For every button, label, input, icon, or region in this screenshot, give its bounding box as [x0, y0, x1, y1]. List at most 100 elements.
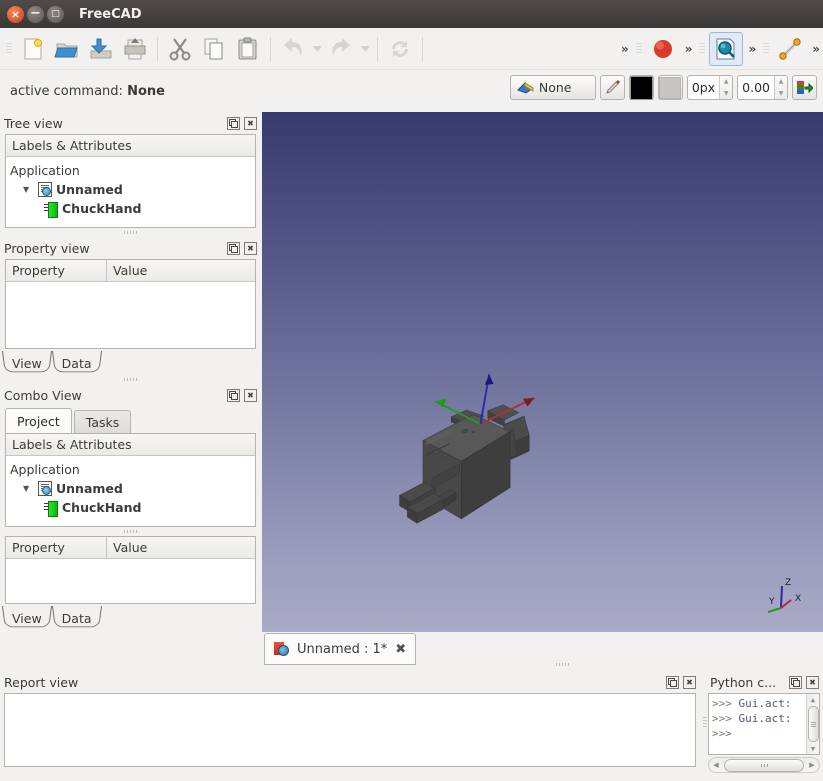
- tree-row-document[interactable]: ▼ Unnamed: [10, 479, 255, 498]
- line-width-spinbox[interactable]: 0px ▲ ▼: [686, 75, 734, 100]
- float-icon: [229, 118, 238, 128]
- window-maximize-button[interactable]: □: [47, 5, 64, 23]
- undo-dropdown-arrow[interactable]: [310, 32, 324, 66]
- tree-part-label: ChuckHand: [62, 201, 142, 216]
- toolbar-overflow-3[interactable]: »: [743, 42, 759, 56]
- report-view-close-button[interactable]: ✖: [683, 675, 696, 689]
- report-view-float-button[interactable]: [666, 675, 679, 689]
- 3d-model-chuckhand[interactable]: [397, 337, 597, 537]
- opacity-spinbox[interactable]: 0.00 ▲ ▼: [737, 75, 788, 100]
- toolbar-grip-4[interactable]: [762, 37, 771, 60]
- opacity-steppers[interactable]: ▲ ▼: [774, 76, 787, 99]
- toolbar-grip-3[interactable]: [698, 37, 707, 60]
- combo-tab-view[interactable]: View: [2, 606, 52, 630]
- close-icon: ✖: [247, 118, 254, 128]
- copy-button[interactable]: [197, 32, 231, 66]
- navigation-axis-cross[interactable]: Z X Y: [765, 574, 809, 618]
- window-minimize-button[interactable]: −: [27, 5, 44, 23]
- draft-style-controls: None 0px ▲ ▼ 0.00 ▲ ▼: [509, 75, 817, 100]
- scroll-left-arrow-icon[interactable]: ◀: [709, 761, 723, 769]
- cut-button[interactable]: [163, 32, 197, 66]
- tree-view-close-button[interactable]: ✖: [244, 116, 257, 130]
- python-console-body[interactable]: >>> Gui.act: >>> Gui.act: >>> ▲ ▼: [708, 693, 820, 755]
- tab-tasks[interactable]: Tasks: [73, 410, 132, 433]
- tree-view-titlebar: Tree view ✖: [0, 112, 261, 134]
- property-view-float-button[interactable]: [227, 241, 240, 255]
- toolbar-overflow-1[interactable]: »: [616, 42, 632, 56]
- toolbar-separator: [270, 36, 271, 61]
- toolbar-grip-2[interactable]: [634, 37, 643, 60]
- combo-tab-data[interactable]: Data: [51, 606, 102, 630]
- tree-row-part[interactable]: ChuckHand: [10, 498, 255, 517]
- view-bottom-splitter[interactable]: [553, 660, 573, 669]
- stepper-down-icon[interactable]: ▼: [720, 88, 732, 100]
- tree-view-float-button[interactable]: [227, 116, 240, 130]
- console-line: >>> Gui.act:: [712, 711, 819, 726]
- tree-row-document[interactable]: ▼ Unnamed: [10, 180, 255, 199]
- python-console-float-button[interactable]: [789, 675, 802, 689]
- tree-property-splitter[interactable]: [0, 228, 261, 237]
- document-tab-close-button[interactable]: ✖: [395, 642, 406, 657]
- apply-style-button[interactable]: [792, 75, 817, 100]
- property-combo-splitter[interactable]: [0, 375, 261, 384]
- combo-view-float-button[interactable]: [227, 388, 240, 402]
- expand-triangle-icon[interactable]: ▼: [23, 185, 34, 194]
- document-tab[interactable]: Unnamed : 1* ✖: [264, 633, 417, 665]
- main-toolbar: » » » »: [0, 28, 823, 70]
- report-view-body[interactable]: [4, 693, 696, 767]
- save-document-button[interactable]: [84, 32, 118, 66]
- stepper-up-icon[interactable]: ▲: [720, 76, 732, 88]
- toolbar-grip[interactable]: [5, 37, 13, 60]
- paste-button[interactable]: [231, 32, 265, 66]
- line-color-button[interactable]: [628, 75, 654, 100]
- refresh-button[interactable]: [383, 32, 417, 66]
- redo-dropdown-arrow[interactable]: [358, 32, 372, 66]
- face-color-button[interactable]: [657, 75, 683, 100]
- toolbar-overflow-4[interactable]: »: [807, 42, 823, 56]
- tab-view[interactable]: View: [2, 351, 52, 375]
- redo-button[interactable]: [324, 32, 358, 66]
- sphere-icon: [653, 39, 672, 58]
- combo-view-close-button[interactable]: ✖: [244, 388, 257, 402]
- combo-tree-header: Labels & Attributes: [6, 434, 255, 456]
- scroll-up-arrow-icon[interactable]: ▲: [808, 694, 819, 705]
- stepper-down-icon[interactable]: ▼: [775, 88, 787, 100]
- stepper-up-icon[interactable]: ▲: [775, 76, 787, 88]
- close-icon: ×: [10, 7, 21, 21]
- close-icon: ✖: [809, 677, 816, 687]
- scroll-thumb[interactable]: [724, 758, 804, 772]
- toolbar-overflow-2[interactable]: »: [680, 42, 696, 56]
- draft-style-button[interactable]: None: [509, 75, 596, 100]
- close-icon: ✖: [247, 243, 254, 253]
- secondary-toolbar: active command: None None 0px ▲ ▼ 0.00 ▲…: [0, 70, 823, 112]
- python-console-vertical-scrollbar[interactable]: ▲ ▼: [806, 694, 819, 754]
- tree-row-application[interactable]: Application: [10, 161, 255, 180]
- console-text: Gui.act:: [738, 712, 792, 725]
- line-width-steppers[interactable]: ▲ ▼: [719, 76, 733, 100]
- close-icon: ✖: [247, 390, 254, 400]
- pen-button[interactable]: [599, 75, 625, 100]
- sphere-button[interactable]: [646, 32, 680, 66]
- scroll-thumb[interactable]: [807, 706, 819, 742]
- python-console-horizontal-scrollbar[interactable]: ◀ ▶: [708, 757, 820, 773]
- print-button[interactable]: [118, 32, 152, 66]
- undo-button[interactable]: [276, 32, 310, 66]
- window-close-button[interactable]: ×: [7, 5, 24, 23]
- combo-part-label: ChuckHand: [62, 500, 142, 515]
- property-view-close-button[interactable]: ✖: [244, 241, 257, 255]
- tree-row-part[interactable]: ChuckHand: [10, 199, 255, 218]
- tab-project[interactable]: Project: [5, 408, 72, 433]
- part-icon: [44, 201, 58, 218]
- scroll-right-arrow-icon[interactable]: ▶: [805, 761, 819, 769]
- scroll-down-arrow-icon[interactable]: ▼: [808, 743, 819, 754]
- line-button[interactable]: [773, 32, 807, 66]
- open-document-button[interactable]: [50, 32, 84, 66]
- combo-inner-splitter[interactable]: [0, 527, 261, 536]
- python-console-close-button[interactable]: ✖: [806, 675, 819, 689]
- expand-triangle-icon[interactable]: ▼: [23, 484, 34, 493]
- new-document-button[interactable]: [16, 32, 50, 66]
- 3d-viewport[interactable]: Z X Y: [262, 112, 823, 632]
- zoom-document-button[interactable]: [709, 31, 744, 66]
- tab-data[interactable]: Data: [51, 351, 102, 375]
- tree-row-application[interactable]: Application: [10, 460, 255, 479]
